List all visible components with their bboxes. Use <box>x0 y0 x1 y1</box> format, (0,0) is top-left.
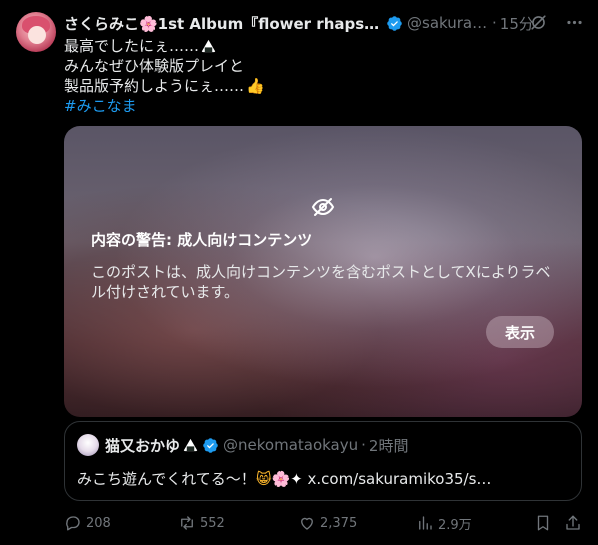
content-warning-title: 内容の警告: 成人向けコンテンツ <box>91 231 313 249</box>
more-options-icon[interactable] <box>565 13 584 32</box>
share-icon[interactable] <box>564 514 582 532</box>
onigiri-icon <box>201 39 216 53</box>
post-line-3: 製品版予約しようにぇ…… 👍 <box>64 77 265 95</box>
author-handle[interactable]: @sakuramiko35 <box>407 14 489 32</box>
verified-badge-icon <box>203 437 218 453</box>
post-line-4: #みこなま <box>64 96 265 116</box>
post-header: さくらみこ🌸1st Album『flower rhapsody』発売中 @sak… <box>64 12 586 34</box>
show-button[interactable]: 表示 <box>486 316 554 348</box>
views-chart-icon <box>419 516 432 530</box>
like-button[interactable]: 2,375 <box>298 510 357 536</box>
post-line-2: みんなぜひ体験版プレイと <box>64 57 245 75</box>
quoted-post-text: みこち遊んでくれてる～！😸🌸✦ x.com/sakuramiko35/s… <box>77 470 492 488</box>
author-avatar[interactable] <box>16 12 56 52</box>
repost-icon <box>181 516 193 530</box>
heart-icon <box>301 517 313 530</box>
repost-count: 552 <box>200 515 225 531</box>
sakura-icon: 🌸 <box>271 470 291 488</box>
grinning-cat-icon: 😸 <box>255 470 272 488</box>
like-count: 2,375 <box>320 515 358 531</box>
eye-off-icon <box>311 198 335 216</box>
separator-dot: · <box>361 436 366 454</box>
views-count: 2.9万 <box>438 517 472 533</box>
post-body: 最高でしたにぇ…… みんなぜひ体験版プレイと 製品版予約しようにぇ…… 👍 #みこ… <box>64 36 265 116</box>
quoted-author-handle: @nekomataokayu <box>223 436 359 454</box>
separator-dot: · <box>492 14 497 32</box>
quoted-author-name: 猫又おかゆ <box>105 436 181 455</box>
quoted-post-link[interactable]: x.com/sakuramiko35/s… <box>308 470 492 488</box>
quoted-post[interactable]: 猫又おかゆ @nekomataokayu · 2時間 みこち遊んでくれてる～！😸… <box>64 421 582 501</box>
bookmark-icon[interactable] <box>534 514 552 532</box>
grok-icon[interactable] <box>529 13 548 32</box>
action-bar: 208 552 2,375 2.9万 <box>64 510 586 536</box>
reply-button[interactable]: 208 <box>64 510 111 536</box>
quoted-author-avatar <box>77 434 99 456</box>
reply-count: 208 <box>86 515 111 531</box>
views-button[interactable]: 2.9万 <box>416 510 472 536</box>
quoted-post-time: 2時間 <box>368 436 409 455</box>
content-warning-description: このポストは、成人向けコンテンツを含むポストとしてXによりラベル付けされています… <box>91 263 551 301</box>
thumbs-up-icon: 👍 <box>246 77 265 95</box>
post-line-1: 最高でしたにぇ…… <box>64 36 265 56</box>
quoted-post-header: 猫又おかゆ @nekomataokayu · 2時間 <box>105 434 408 456</box>
sensitive-media[interactable]: 内容の警告: 成人向けコンテンツ このポストは、成人向けコンテンツを含むポストと… <box>64 126 582 417</box>
author-name[interactable]: さくらみこ🌸1st Album『flower rhapsody』発売中 <box>64 13 382 34</box>
sparkle-icon: ✦ <box>290 470 303 488</box>
onigiri-icon <box>183 438 198 452</box>
reply-icon <box>66 516 80 531</box>
verified-badge-icon <box>387 15 402 31</box>
repost-button[interactable]: 552 <box>178 510 225 536</box>
hashtag-link[interactable]: #みこなま <box>64 97 137 115</box>
